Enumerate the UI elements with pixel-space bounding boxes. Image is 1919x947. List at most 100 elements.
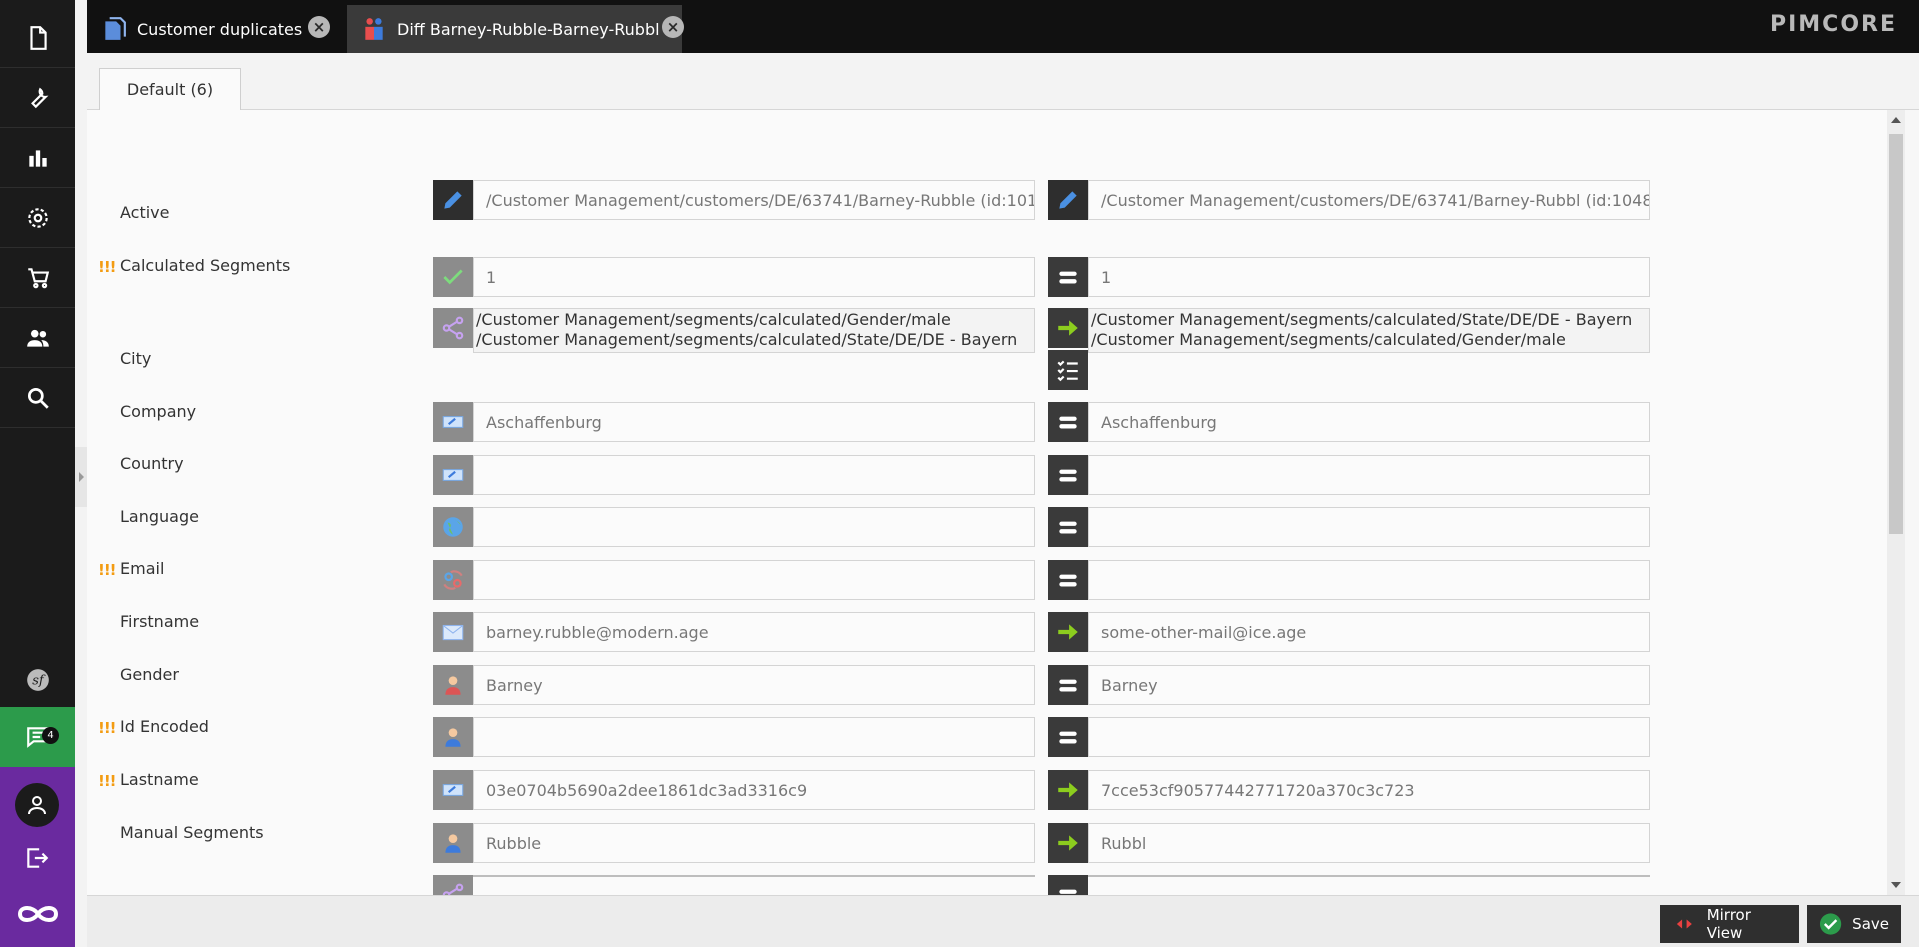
right-object-path: /Customer Management/customers/DE/63741/…	[1088, 180, 1650, 220]
right-value-id-encoded: 7cce53cf90577442771720a370c3c723	[1088, 770, 1650, 810]
main-navigation: sf 4	[0, 0, 75, 947]
user-area	[0, 767, 75, 947]
globe-icon	[433, 507, 473, 547]
save-button[interactable]: Save	[1807, 905, 1901, 943]
left-value-city: Aschaffenburg	[473, 402, 1035, 442]
take-right-arrow-icon[interactable]	[1048, 823, 1088, 863]
tab-label: Diff Barney-Rubble-Barney-Rubbl	[397, 19, 660, 39]
email-envelope-icon	[433, 612, 473, 652]
user-avatar-icon[interactable]	[15, 783, 59, 827]
right-value-calculated-segments: /Customer Management/segments/calculated…	[1088, 308, 1650, 353]
nav-customers-people-icon[interactable]	[0, 308, 75, 368]
left-value-active: 1	[473, 257, 1035, 297]
mirror-view-label: Mirror View	[1706, 906, 1751, 942]
left-value-firstname: Barney	[473, 665, 1035, 705]
collapse-handle[interactable]	[75, 447, 87, 507]
checkbox-type-icon	[433, 257, 473, 297]
symfony-icon[interactable]: sf	[0, 650, 75, 710]
nav-ecommerce-cart-icon[interactable]	[0, 248, 75, 308]
nav-reports-icon[interactable]	[0, 128, 75, 188]
conflict-marker: !!!	[98, 772, 117, 790]
field-label-active: Active	[120, 203, 170, 222]
checklist-icon[interactable]	[1048, 350, 1088, 390]
persons-icon	[365, 18, 383, 40]
field-label-country: Country	[120, 454, 184, 473]
left-segment-line: /Customer Management/segments/calculated…	[476, 310, 951, 329]
relation-type-icon	[433, 875, 473, 895]
diff-panel: Default (6) /Customer Management/custome…	[87, 53, 1919, 947]
scrollbar-thumb[interactable]	[1889, 134, 1903, 534]
field-label-email: Email	[120, 559, 165, 578]
tab-bar: Customer duplicates × Diff Barney-Rubble…	[87, 0, 1919, 53]
conflict-marker: !!!	[98, 719, 117, 737]
save-check-icon	[1819, 913, 1842, 935]
take-right-arrow-icon[interactable]	[1048, 612, 1088, 652]
field-label-gender: Gender	[120, 665, 179, 684]
nav-notifications-icon[interactable]: 4	[0, 707, 75, 767]
equal-icon	[1048, 257, 1088, 297]
nav-documents-icon[interactable]	[0, 8, 75, 68]
right-value-active: 1	[1088, 257, 1650, 297]
left-value-company	[473, 455, 1035, 495]
scroll-up-icon[interactable]	[1891, 117, 1901, 123]
equal-icon	[1048, 875, 1088, 895]
right-value-country	[1088, 507, 1650, 547]
pimcore-infinity-icon[interactable]	[13, 899, 63, 933]
nav-tools-icon[interactable]	[0, 68, 75, 128]
tab-close-icon[interactable]: ×	[662, 16, 684, 38]
scroll-down-icon[interactable]	[1891, 882, 1901, 888]
tab-default[interactable]: Default (6)	[99, 68, 241, 111]
left-value-id-encoded: 03e0704b5690a2dee1861dc3ad3316c9	[473, 770, 1035, 810]
left-value-calculated-segments: /Customer Management/segments/calculated…	[473, 308, 1035, 353]
left-value-country	[473, 507, 1035, 547]
tab-diff[interactable]: Diff Barney-Rubble-Barney-Rubbl	[347, 5, 682, 53]
equal-icon	[1048, 507, 1088, 547]
right-value-city: Aschaffenburg	[1088, 402, 1650, 442]
relation-type-icon	[433, 308, 473, 348]
left-value-gender	[473, 717, 1035, 757]
field-label-manual-segments: Manual Segments	[120, 823, 264, 842]
pimcore-logo: PIMCORE	[1769, 12, 1897, 37]
tab-close-icon[interactable]: ×	[308, 16, 330, 38]
edit-left-object-icon[interactable]	[433, 180, 473, 220]
left-value-lastname: Rubble	[473, 823, 1035, 863]
right-value-company	[1088, 455, 1650, 495]
right-value-language	[1088, 560, 1650, 600]
logout-icon[interactable]	[24, 845, 50, 875]
right-segment-line: /Customer Management/segments/calculated…	[1091, 330, 1566, 349]
conflict-marker: !!!	[98, 258, 117, 276]
right-segment-line: /Customer Management/segments/calculated…	[1091, 310, 1633, 329]
right-value-manual-segments	[1088, 875, 1650, 877]
person-male-icon	[433, 823, 473, 863]
field-label-lastname: Lastname	[120, 770, 199, 789]
left-segment-line: /Customer Management/segments/calculated…	[476, 330, 1018, 349]
field-label-firstname: Firstname	[120, 612, 200, 631]
input-type-icon	[433, 455, 473, 495]
take-right-arrow-icon[interactable]	[1048, 308, 1088, 348]
vertical-scrollbar[interactable]	[1887, 110, 1905, 895]
take-right-arrow-icon[interactable]	[1048, 770, 1088, 810]
field-label-city: City	[120, 349, 152, 368]
nav-search-icon[interactable]	[0, 368, 75, 428]
mirror-arrows-icon	[1676, 919, 1692, 929]
save-label: Save	[1852, 915, 1889, 933]
right-value-email: some-other-mail@ice.age	[1088, 612, 1650, 652]
left-value-language	[473, 560, 1035, 600]
left-value-manual-segments	[473, 875, 1035, 877]
right-value-gender	[1088, 717, 1650, 757]
bottom-toolbar: Mirror View Save	[87, 895, 1919, 947]
equal-icon	[1048, 455, 1088, 495]
conflict-marker: !!!	[98, 561, 117, 579]
nav-settings-gear-icon[interactable]	[0, 188, 75, 248]
tab-customer-duplicates[interactable]: Customer duplicates	[87, 5, 345, 53]
edit-right-object-icon[interactable]	[1048, 180, 1088, 220]
field-label-calculated-segments: Calculated Segments	[120, 256, 291, 275]
equal-icon	[1048, 665, 1088, 705]
document-stack-icon	[105, 17, 126, 40]
language-icon	[433, 560, 473, 600]
subtab-bar: Default (6)	[87, 53, 1919, 111]
equal-icon	[1048, 717, 1088, 757]
equal-icon	[1048, 560, 1088, 600]
mirror-view-button[interactable]: Mirror View	[1660, 905, 1799, 943]
field-label-company: Company	[120, 402, 197, 421]
